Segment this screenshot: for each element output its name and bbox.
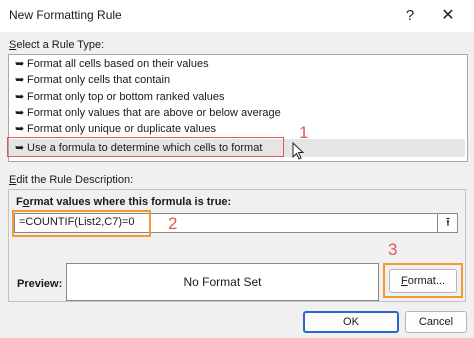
rule-type-item[interactable]: ➥ Format only top or bottom ranked values xyxy=(9,90,465,105)
collapse-dialog-button[interactable]: ⭱ xyxy=(437,213,458,233)
rule-type-item[interactable]: ➥ Format only values that are above or be… xyxy=(9,106,465,121)
mouse-cursor-icon xyxy=(292,142,305,160)
format-button-rest: ormat... xyxy=(407,275,446,287)
rule-type-item[interactable]: ➥ Format only unique or duplicate values xyxy=(9,122,465,137)
rule-type-item-label: Format only unique or duplicate values xyxy=(27,123,216,135)
cancel-button[interactable]: Cancel xyxy=(405,311,467,333)
format-button[interactable]: Format... xyxy=(389,269,457,293)
rule-description-label-rest: dit the Rule Description: xyxy=(16,174,134,186)
rule-type-label-rest: elect a Rule Type: xyxy=(16,39,105,51)
ok-button[interactable]: OK xyxy=(303,311,399,333)
formula-label-rest: rmat values where this formula is true: xyxy=(29,196,232,208)
help-button[interactable]: ? xyxy=(398,4,422,28)
annotation-number: 2 xyxy=(168,214,178,233)
highlight-box-rule xyxy=(7,137,284,157)
format-button-accel: F xyxy=(400,275,408,287)
preview-label: Preview: xyxy=(17,278,63,290)
rule-type-item-label: Format only top or bottom ranked values xyxy=(27,91,225,103)
annotation-number: 3 xyxy=(388,240,398,259)
rule-type-item-label: Format only values that are above or bel… xyxy=(27,107,281,119)
annotation-number: 1 xyxy=(299,123,309,142)
arrow-icon: ➥ xyxy=(15,58,25,70)
close-button[interactable]: ✕ xyxy=(436,4,460,28)
rule-type-label: Select a Rule Type: xyxy=(9,39,104,51)
arrow-icon: ➥ xyxy=(15,91,25,103)
formula-label: Format values where this formula is true… xyxy=(16,196,231,208)
rule-type-item-label: Format only cells that contain xyxy=(27,74,171,86)
highlight-box-formula xyxy=(12,210,151,237)
arrow-icon: ➥ xyxy=(15,74,25,86)
formula-label-prefix: F xyxy=(16,196,23,208)
arrow-icon: ➥ xyxy=(15,123,25,135)
preview-box: No Format Set xyxy=(66,263,379,301)
rule-type-item[interactable]: ➥ Format only cells that contain xyxy=(9,73,465,88)
arrow-icon: ➥ xyxy=(15,107,25,119)
window-title: New Formatting Rule xyxy=(9,8,122,22)
collapse-arrow-icon: ⭱ xyxy=(445,215,451,229)
rule-type-item-label: Format all cells based on their values xyxy=(27,58,209,70)
rule-description-label: Edit the Rule Description: xyxy=(9,174,133,186)
rule-type-item[interactable]: ➥ Format all cells based on their values xyxy=(9,57,465,72)
